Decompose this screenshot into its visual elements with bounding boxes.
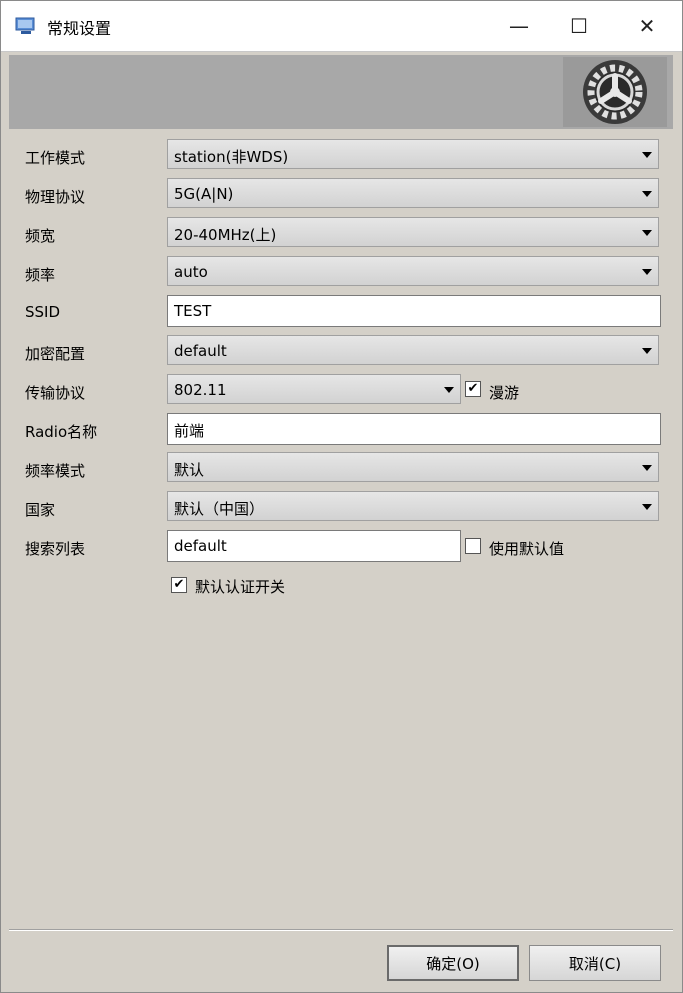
dropdown-arrow-icon	[642, 348, 652, 354]
default-auth-checkbox[interactable]: ✔	[171, 577, 187, 593]
ssid-label: SSID	[25, 303, 61, 321]
frequency-label: 频率	[25, 266, 56, 284]
row-scan-list: 搜索列表 default 使用默认值	[1, 530, 682, 564]
scan-list-value: default	[174, 537, 227, 555]
radio-name-label: Radio名称	[25, 423, 98, 441]
roam-label: 漫游	[489, 384, 520, 402]
row-work-mode: 工作模式 station(非WDS)	[1, 139, 682, 173]
roam-checkbox[interactable]: ✔	[465, 381, 481, 397]
close-button[interactable]: ✕	[619, 1, 675, 51]
minimize-button[interactable]: —	[491, 1, 547, 51]
default-auth-label: 默认认证开关	[195, 578, 286, 596]
window-title: 常规设置	[47, 19, 112, 38]
freq-mode-label: 频率模式	[25, 462, 86, 480]
dropdown-arrow-icon	[642, 230, 652, 236]
title-bar: 常规设置 — ☐ ✕	[1, 1, 682, 52]
scan-list-input[interactable]: default	[167, 530, 461, 562]
bandwidth-label: 频宽	[25, 227, 56, 245]
row-encryption: 加密配置 default	[1, 335, 682, 369]
work-mode-value: station(非WDS)	[174, 148, 289, 166]
dropdown-arrow-icon	[642, 269, 652, 275]
dropdown-arrow-icon	[444, 387, 454, 393]
freq-mode-select[interactable]: 默认	[167, 452, 659, 482]
header-banner	[9, 55, 673, 129]
cancel-button[interactable]: 取消(C)	[529, 945, 661, 981]
row-frequency: 频率 auto	[1, 256, 682, 290]
row-country: 国家 默认（中国）	[1, 491, 682, 525]
transport-label: 传输协议	[25, 384, 86, 402]
dropdown-arrow-icon	[642, 504, 652, 510]
work-mode-label: 工作模式	[25, 149, 86, 167]
ok-button[interactable]: 确定(O)	[387, 945, 519, 981]
phy-protocol-select[interactable]: 5G(A|N)	[167, 178, 659, 208]
bandwidth-select[interactable]: 20-40MHz(上)	[167, 217, 659, 247]
maximize-button[interactable]: ☐	[551, 1, 607, 51]
row-phy-protocol: 物理协议 5G(A|N)	[1, 178, 682, 212]
row-bandwidth: 频宽 20-40MHz(上)	[1, 217, 682, 251]
country-select[interactable]: 默认（中国）	[167, 491, 659, 521]
work-mode-select[interactable]: station(非WDS)	[167, 139, 659, 169]
footer-separator	[9, 929, 673, 931]
transport-value: 802.11	[174, 381, 227, 399]
ssid-value: TEST	[174, 302, 212, 320]
phy-protocol-value: 5G(A|N)	[174, 185, 234, 203]
scan-list-label: 搜索列表	[25, 540, 86, 558]
encryption-value: default	[174, 342, 227, 360]
row-freq-mode: 频率模式 默认	[1, 452, 682, 486]
frequency-select[interactable]: auto	[167, 256, 659, 286]
phy-protocol-label: 物理协议	[25, 188, 86, 206]
banner-image	[563, 57, 667, 127]
freq-mode-value: 默认	[174, 461, 205, 479]
gear-icon	[563, 57, 667, 127]
transport-select[interactable]: 802.11	[167, 374, 461, 404]
encryption-select[interactable]: default	[167, 335, 659, 365]
radio-name-value: 前端	[174, 422, 205, 440]
row-radio-name: Radio名称 前端	[1, 413, 682, 447]
dropdown-arrow-icon	[642, 152, 652, 158]
use-default-checkbox[interactable]	[465, 538, 481, 554]
dropdown-arrow-icon	[642, 465, 652, 471]
settings-window-icon	[15, 17, 35, 34]
row-ssid: SSID TEST	[1, 295, 682, 329]
radio-name-input[interactable]: 前端	[167, 413, 661, 445]
settings-window: 常规设置 — ☐ ✕ 工作模式 station(非WDS) 物理协议 5G(A|…	[0, 0, 683, 993]
encryption-label: 加密配置	[25, 345, 86, 363]
row-transport: 传输协议 802.11 ✔ 漫游	[1, 374, 682, 408]
row-default-auth: ✔ 默认认证开关	[1, 571, 682, 605]
ssid-input[interactable]: TEST	[167, 295, 661, 327]
bandwidth-value: 20-40MHz(上)	[174, 226, 277, 244]
frequency-value: auto	[174, 263, 208, 281]
country-label: 国家	[25, 501, 56, 519]
use-default-label: 使用默认值	[489, 540, 565, 558]
dropdown-arrow-icon	[642, 191, 652, 197]
country-value: 默认（中国）	[174, 500, 265, 518]
